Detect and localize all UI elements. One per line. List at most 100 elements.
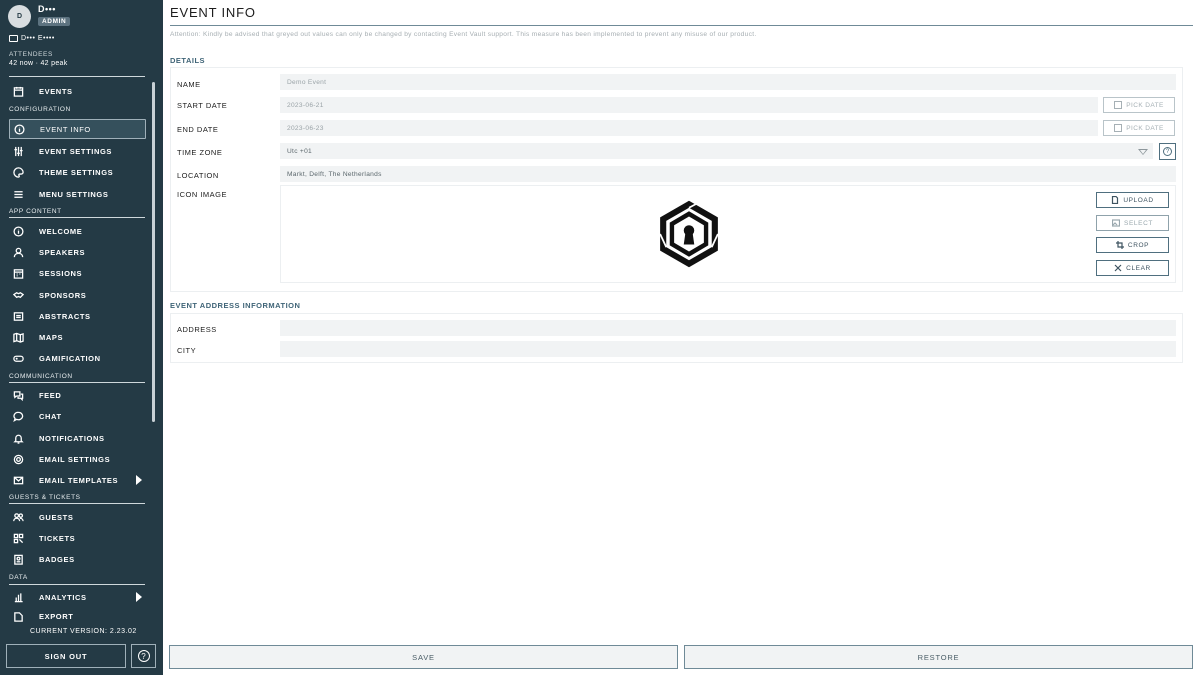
image-icon: [1112, 219, 1121, 227]
calendar-icon: [11, 84, 25, 98]
upload-button[interactable]: UPLOAD: [1096, 192, 1169, 208]
sidebar-item-export[interactable]: EXPORT: [9, 608, 146, 624]
calendar-icon: [1114, 124, 1123, 132]
bell-icon: [11, 431, 25, 445]
sidebar-item-analytics[interactable]: ANALYTICS: [9, 587, 146, 607]
gamepad-icon: [11, 351, 25, 365]
export-icon: [11, 609, 25, 623]
current-event-name: D••• E••••: [21, 35, 55, 42]
sidebar-item-event-settings[interactable]: EVENT SETTINGS: [9, 141, 146, 161]
section-configuration: CONFIGURATION: [9, 106, 71, 113]
avatar[interactable]: D: [8, 5, 31, 28]
name-label: NAME: [177, 80, 201, 89]
info-icon: [11, 224, 25, 238]
map-icon: [11, 330, 25, 344]
crop-button[interactable]: CROP: [1096, 237, 1169, 253]
divider: [9, 503, 145, 504]
sidebar-item-abstracts[interactable]: ABSTRACTS: [9, 306, 146, 326]
divider: [9, 382, 145, 383]
name-field: Demo Event: [280, 74, 1176, 90]
handshake-icon: [11, 288, 25, 302]
start-date-pick-button: PICK DATE: [1103, 97, 1175, 113]
start-date-field: 2023-06-21: [280, 97, 1098, 113]
close-icon: [1114, 264, 1122, 272]
chevron-right-icon[interactable]: [136, 475, 142, 485]
details-section-title: DETAILS: [170, 56, 206, 65]
info-icon: [12, 122, 26, 136]
clear-button[interactable]: CLEAR: [1096, 260, 1169, 276]
file-icon: [1112, 196, 1119, 204]
sidebar-item-sessions[interactable]: SESSIONS: [9, 263, 146, 283]
role-badge: ADMIN: [38, 17, 71, 26]
sidebar-item-events[interactable]: EVENTS: [9, 81, 146, 101]
help-button[interactable]: ?: [131, 644, 156, 668]
attendees-value: 42 now · 42 peak: [9, 60, 68, 67]
chat-icon: [11, 409, 25, 423]
sidebar-item-email-templates[interactable]: EMAIL TEMPLATES: [9, 470, 146, 490]
sidebar-item-guests[interactable]: GUESTS: [9, 507, 146, 527]
sidebar: D D••• ADMIN D••• E•••• ATTENDEES 42 now…: [0, 0, 163, 675]
divider: [9, 217, 145, 218]
city-field[interactable]: [280, 341, 1176, 357]
sliders-icon: [11, 144, 25, 158]
help-icon: ?: [1163, 147, 1172, 156]
app-version: CURRENT VERSION: 2.23.02: [30, 628, 137, 635]
keyhole-hexagon-icon: [659, 199, 719, 268]
title-divider: [170, 25, 1193, 26]
city-label: CITY: [177, 346, 197, 355]
sidebar-item-email-settings[interactable]: EMAIL SETTINGS: [9, 449, 146, 469]
sidebar-item-tickets[interactable]: TICKETS: [9, 528, 146, 548]
end-date-label: END DATE: [177, 125, 219, 134]
sidebar-item-chat[interactable]: CHAT: [9, 406, 146, 426]
badge-icon: [11, 552, 25, 566]
sidebar-item-notifications[interactable]: NOTIFICATIONS: [9, 428, 146, 448]
user-name: D•••: [38, 4, 56, 14]
icon-image-label: ICON IMAGE: [177, 190, 228, 199]
restore-button[interactable]: RESTORE: [684, 645, 1193, 669]
end-date-pick-button: PICK DATE: [1103, 120, 1175, 136]
people-icon: [11, 510, 25, 524]
icon-image-box: [280, 185, 1176, 283]
sidebar-scrollbar[interactable]: [152, 82, 155, 422]
qr-code-icon: [11, 531, 25, 545]
address-label: ADDRESS: [177, 325, 217, 334]
section-guests-tickets: GUESTS & TICKETS: [9, 494, 81, 501]
calendar-icon: [1114, 101, 1123, 109]
envelope-icon: [11, 473, 25, 487]
sidebar-item-theme-settings[interactable]: THEME SETTINGS: [9, 162, 146, 182]
sidebar-item-menu-settings[interactable]: MENU SETTINGS: [9, 184, 146, 204]
chevron-right-icon[interactable]: [136, 592, 142, 602]
sidebar-item-gamification[interactable]: GAMIFICATION: [9, 348, 146, 368]
section-app-content: APP CONTENT: [9, 208, 62, 215]
chat-bubbles-icon: [11, 388, 25, 402]
divider: [9, 584, 145, 585]
select-button[interactable]: SELECT: [1096, 215, 1169, 231]
sidebar-item-maps[interactable]: MAPS: [9, 327, 146, 347]
section-data: DATA: [9, 574, 28, 581]
time-zone-select[interactable]: Utc +01: [280, 143, 1153, 159]
attendees-label: ATTENDEES: [9, 51, 53, 58]
gear-icon: [11, 452, 25, 466]
location-label: LOCATION: [177, 171, 219, 180]
page-title: EVENT INFO: [170, 5, 256, 20]
time-zone-label: TIME ZONE: [177, 148, 223, 157]
address-field[interactable]: [280, 320, 1176, 336]
help-icon: ?: [137, 650, 150, 662]
sidebar-item-feed[interactable]: FEED: [9, 385, 146, 405]
sidebar-item-speakers[interactable]: SPEAKERS: [9, 242, 146, 262]
sidebar-item-welcome[interactable]: WELCOME: [9, 221, 146, 241]
time-zone-help-button[interactable]: ?: [1159, 143, 1176, 160]
save-button[interactable]: SAVE: [169, 645, 678, 669]
sidebar-item-sponsors[interactable]: SPONSORS: [9, 285, 146, 305]
start-date-label: START DATE: [177, 101, 228, 110]
divider: [9, 76, 145, 77]
sidebar-item-badges[interactable]: BADGES: [9, 549, 146, 569]
chevron-down-icon[interactable]: [1138, 149, 1148, 155]
sidebar-item-event-info[interactable]: EVENT INFO: [9, 119, 146, 139]
sign-out-button[interactable]: SIGN OUT: [6, 644, 126, 668]
location-field[interactable]: Markt, Delft, The Netherlands: [280, 166, 1176, 182]
document-icon: [11, 309, 25, 323]
current-event[interactable]: D••• E••••: [9, 35, 55, 42]
address-section-title: EVENT ADDRESS INFORMATION: [170, 301, 301, 310]
end-date-field: 2023-06-23: [280, 120, 1098, 136]
